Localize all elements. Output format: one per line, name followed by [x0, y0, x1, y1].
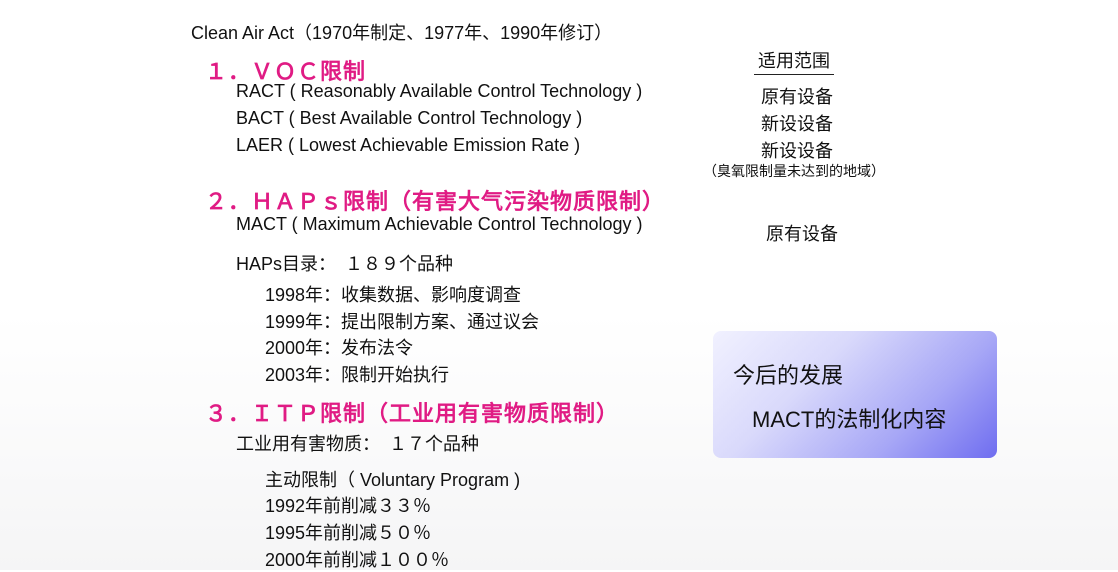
itp-reduction-1992: 1992年前削减３３％ [265, 496, 432, 516]
section-heading-itp: ３．ＩＴＰ限制（工业用有害物质限制） [205, 401, 620, 426]
haps-timeline-1998: 1998年：收集数据、影响度调查 [265, 285, 522, 305]
voc-item-bact: BACT ( Best Available Control Technology… [236, 108, 583, 128]
future-box-title: 今后的发展 [733, 363, 844, 388]
voc-item-laer: LAER ( Lowest Achievable Emission Rate ) [236, 135, 581, 155]
haps-item-mact: MACT ( Maximum Achievable Control Techno… [236, 214, 643, 234]
haps-list-label: HAPs目录： １８９个品种 [236, 254, 454, 274]
scope-laer: 新设设备 [761, 141, 833, 161]
itp-reduction-2000: 2000年前削减１００％ [265, 550, 450, 570]
section-heading-haps: ２．ＨＡＰｓ限制（有害大气污染物质限制） [205, 189, 666, 214]
itp-substances: 工业用有害物质： １７个品种 [236, 434, 479, 454]
haps-timeline-2000: 2000年：发布法令 [265, 338, 414, 358]
scope-laer-note: （臭氧限制量未达到的地域） [703, 163, 885, 179]
itp-reduction-1995: 1995年前削减５０％ [265, 523, 432, 543]
future-development-box: 今后的发展 MACT的法制化内容 [713, 331, 997, 458]
itp-voluntary-program: 主动限制（ Voluntary Program ) [265, 470, 521, 490]
scope-column-header: 适用范围 [754, 47, 834, 75]
haps-timeline-2003: 2003年：限制开始执行 [265, 365, 450, 385]
scope-bact: 新设设备 [761, 114, 833, 134]
future-box-body: MACT的法制化内容 [752, 407, 947, 432]
slide-title: Clean Air Act（1970年制定、1977年、1990年修订） [191, 23, 613, 43]
scope-ract: 原有设备 [761, 87, 833, 107]
haps-timeline-1999: 1999年：提出限制方案、通过议会 [265, 312, 540, 332]
voc-item-ract: RACT ( Reasonably Available Control Tech… [236, 81, 643, 101]
scope-mact: 原有设备 [766, 224, 838, 244]
